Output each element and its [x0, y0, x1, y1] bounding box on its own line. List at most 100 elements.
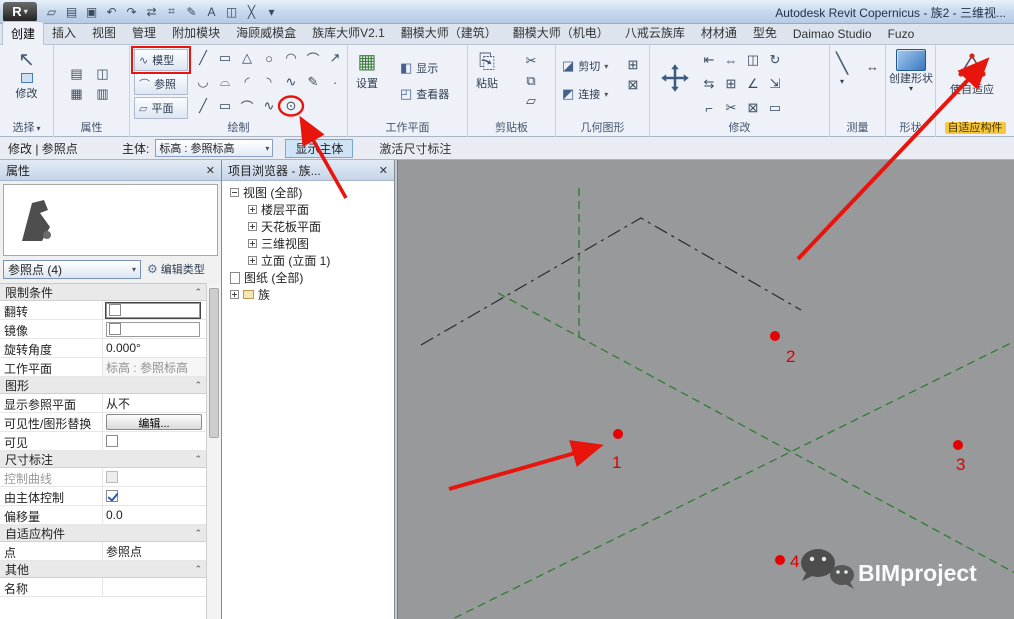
show-refplane-value[interactable]: 从不 [103, 394, 207, 412]
join-geometry-button[interactable]: ◩ 连接 ▾ [562, 83, 608, 105]
center-line[interactable] [421, 218, 801, 345]
reference-point-4[interactable] [775, 555, 785, 565]
modify-tool-icon[interactable]: ✂ [720, 97, 742, 119]
collapse-icon[interactable]: ⌃ [194, 454, 202, 465]
collapse-icon[interactable]: ⌃ [194, 287, 202, 298]
expand-icon[interactable] [248, 205, 257, 214]
tree-item-ceilingplans[interactable]: 天花板平面 [222, 218, 394, 235]
modify-tool-icon[interactable]: ∠ [742, 73, 764, 95]
draw-tool-icon[interactable]: ◠ [280, 47, 302, 69]
show-host-toggle[interactable]: 显示主体 [285, 139, 353, 158]
viewer-button[interactable]: ◰ 查看器 [400, 83, 449, 105]
show-workplane-button[interactable]: ◧ 显示 [400, 57, 438, 79]
ribbon-tab[interactable]: 海顾威模盒 [228, 21, 304, 44]
name-value[interactable] [103, 578, 207, 596]
aligned-dimension-icon[interactable]: ↔ [866, 59, 879, 74]
paste-button[interactable]: ⎘ 粘贴 [476, 51, 498, 91]
ribbon-tab[interactable]: 管理 [124, 21, 164, 44]
ribbon-tab[interactable]: 翻模大师（建筑） [393, 21, 505, 44]
reference-plane-line[interactable] [498, 293, 1014, 573]
ribbon-tab[interactable]: Fuzo [880, 24, 923, 44]
properties-scrollbar[interactable] [206, 283, 221, 619]
expand-icon[interactable] [248, 222, 257, 231]
collapse-icon[interactable]: ⌃ [194, 564, 202, 575]
checkbox[interactable] [106, 435, 118, 447]
draw-tool-icon[interactable]: ▭ [214, 47, 236, 69]
checkbox[interactable] [106, 490, 118, 502]
draw-tool-icon[interactable]: ∿ [280, 71, 302, 93]
draw-tool-icon[interactable]: ○ [258, 47, 280, 69]
app-menu-button[interactable]: R ▾ [3, 2, 37, 22]
move-icon[interactable] [660, 63, 690, 93]
modify-tool-icon[interactable]: ⊠ [742, 97, 764, 119]
set-workplane-button[interactable]: ▦ 设置 [356, 51, 378, 91]
group-adaptive[interactable]: 自适应构件⌃ [0, 525, 207, 542]
section-icon[interactable]: ╳ [242, 2, 261, 21]
measure-button[interactable]: ╲ ▾ [836, 53, 848, 86]
ribbon-tab[interactable]: 八戒云族库 [617, 21, 693, 44]
rotation-angle-value[interactable]: 0.000° [103, 339, 207, 357]
draw-tool-icon[interactable]: ◝ [258, 71, 280, 93]
draw-tool-icon[interactable]: ◜ [236, 71, 258, 93]
draw-tool-icon[interactable]: ⌒ [302, 47, 324, 69]
geometry-tool-icon[interactable]: ⊞ [622, 55, 644, 75]
modify-tool-icon[interactable]: ⇔ [720, 49, 742, 71]
group-other[interactable]: 其他⌃ [0, 561, 207, 578]
tree-item-3dviews[interactable]: 三维视图 [222, 235, 394, 252]
expand-icon[interactable] [230, 290, 239, 299]
ribbon-tab[interactable]: 附加模块 [164, 21, 228, 44]
type-selector[interactable]: 参照点 (4) ▾ [3, 260, 141, 279]
modify-tool-button[interactable]: ↖ 修改 [0, 49, 53, 101]
tag-icon[interactable]: ✎ [182, 2, 201, 21]
hosted-value[interactable] [103, 487, 207, 505]
reference-point-3[interactable] [953, 440, 963, 450]
ribbon-tab[interactable]: 翻模大师（机电） [505, 21, 617, 44]
checkbox[interactable] [109, 304, 121, 316]
create-shape-button[interactable]: 创建形状 ▾ [888, 49, 934, 93]
collapse-icon[interactable]: ⌃ [194, 528, 202, 539]
collapse-expander-icon[interactable] [230, 188, 239, 197]
reference-plane-button[interactable]: ▱ 平面 [134, 97, 188, 119]
group-dimensions[interactable]: 尺寸标注⌃ [0, 451, 207, 468]
tree-item-sheets[interactable]: 图纸 (全部) [222, 269, 394, 286]
text-icon[interactable]: A [202, 2, 221, 21]
scrollbar-thumb[interactable] [209, 288, 219, 438]
drawing-area[interactable]: 1 2 3 4 BIMproject [397, 160, 1014, 619]
properties-tool-icon[interactable]: ▤ [66, 64, 88, 84]
draw-tool-icon[interactable]: ╱ [192, 47, 214, 69]
print-icon[interactable]: ▣ [82, 2, 101, 21]
collapse-icon[interactable]: ⌃ [194, 380, 202, 391]
close-icon[interactable]: ✕ [206, 164, 215, 177]
ribbon-tab[interactable]: Daimao Studio [785, 24, 880, 44]
reference-line-button[interactable]: ⌒ 参照 [134, 73, 188, 95]
clipboard-tool-icon[interactable]: ▱ [520, 91, 542, 111]
draw-tool-icon[interactable]: · [324, 71, 346, 93]
point-tool-icon[interactable]: ⊙ [280, 95, 302, 117]
checkbox[interactable] [109, 323, 121, 335]
clipboard-tool-icon[interactable]: ⧉ [520, 71, 542, 91]
tree-item-families[interactable]: 族 [222, 286, 394, 303]
group-graphics[interactable]: 图形⌃ [0, 377, 207, 394]
expand-icon[interactable] [248, 256, 257, 265]
properties-tool-icon[interactable]: ▥ [92, 84, 114, 104]
modify-tool-icon[interactable]: ▭ [764, 97, 786, 119]
flip-value[interactable] [103, 301, 207, 319]
reference-point-1[interactable] [613, 429, 623, 439]
properties-tool-icon[interactable]: ◫ [92, 64, 114, 84]
draw-tool-icon[interactable]: ✎ [302, 71, 324, 93]
point-tool-icon[interactable]: ▭ [214, 95, 236, 117]
modify-tool-icon[interactable]: ⊞ [720, 73, 742, 95]
modify-tool-icon[interactable]: ↻ [764, 49, 786, 71]
point-tool-icon[interactable]: ∿ [258, 95, 280, 117]
switch-windows-icon[interactable]: ⇄ [142, 2, 161, 21]
modify-tool-icon[interactable]: ⇆ [698, 73, 720, 95]
group-constraints[interactable]: 限制条件⌃ [0, 284, 207, 301]
ribbon-tab[interactable]: 插入 [44, 21, 84, 44]
tree-item-views[interactable]: 视图 (全部) [222, 184, 394, 201]
save-icon[interactable]: ▤ [62, 2, 81, 21]
tree-item-elevations[interactable]: 立面 (立面 1) [222, 252, 394, 269]
draw-tool-icon[interactable]: △ [236, 47, 258, 69]
view-3d[interactable]: 1 2 3 4 BIMproject [398, 160, 1014, 619]
offset-value[interactable]: 0.0 [103, 506, 207, 524]
ribbon-tab[interactable]: 视图 [84, 21, 124, 44]
